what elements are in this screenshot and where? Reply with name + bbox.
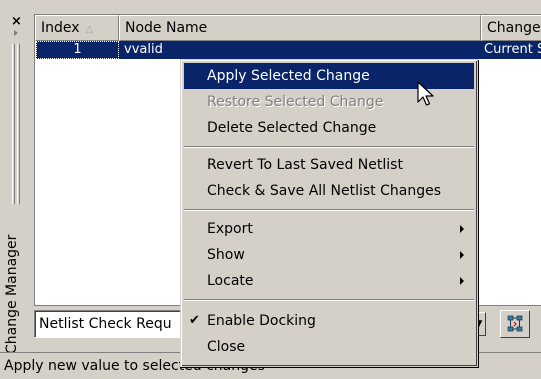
cell-node-name: vvalid <box>124 42 163 57</box>
submenu-arrow-icon <box>460 277 464 285</box>
menu-item-close[interactable]: Close <box>184 334 474 360</box>
column-header-change[interactable]: Change <box>481 15 541 41</box>
dock-grip[interactable] <box>17 44 20 204</box>
mouse-cursor-icon <box>417 81 434 106</box>
sort-ascending-icon: △ <box>85 24 94 35</box>
checkmark-icon: ✔ <box>189 313 200 328</box>
dock-grip[interactable] <box>12 44 15 204</box>
top-strip <box>0 0 541 14</box>
table-header: Index △ Node Name Change <box>35 15 541 41</box>
menu-item-export[interactable]: Export <box>184 216 474 242</box>
netlist-sync-button[interactable] <box>500 310 530 338</box>
filter-combo[interactable]: Netlist Check Requ <box>34 310 184 338</box>
netlist-sync-icon <box>507 315 523 332</box>
menu-item-check-save-all-netlist-changes[interactable]: Check & Save All Netlist Changes <box>184 178 474 204</box>
menu-item-revert-to-last-saved-netlist[interactable]: Revert To Last Saved Netlist <box>184 152 474 178</box>
dock-title-strip[interactable]: × Change Manager <box>0 14 33 354</box>
column-header-node-name[interactable]: Node Name <box>119 15 481 41</box>
menu-item-delete-selected-change[interactable]: Delete Selected Change <box>184 115 474 141</box>
menu-item-locate[interactable]: Locate <box>184 268 474 294</box>
cell-change: Current S <box>484 42 541 57</box>
submenu-arrow-icon <box>460 251 464 259</box>
cell-index: 1 <box>36 41 119 59</box>
menu-separator <box>184 146 474 148</box>
menu-item-enable-docking[interactable]: ✔ Enable Docking <box>184 308 474 334</box>
menu-item-show[interactable]: Show <box>184 242 474 268</box>
menu-separator <box>184 209 474 211</box>
menu-separator <box>184 299 474 301</box>
panel-title: Change Manager <box>4 234 20 354</box>
table-row[interactable]: 1 vvalid Current S <box>36 41 541 59</box>
close-icon[interactable]: × <box>11 15 22 28</box>
pin-icon[interactable] <box>14 30 18 36</box>
column-header-index[interactable]: Index △ <box>35 15 119 41</box>
submenu-arrow-icon <box>460 225 464 233</box>
